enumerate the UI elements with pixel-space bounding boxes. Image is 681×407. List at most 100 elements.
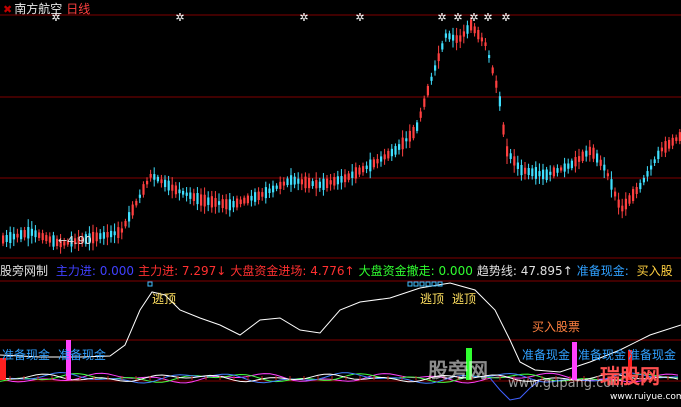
candle-body [513, 156, 516, 166]
candle-body [437, 53, 440, 62]
candle-body [653, 159, 656, 164]
candle-body [394, 146, 397, 155]
candle-body [347, 173, 350, 180]
candle-body [264, 187, 267, 199]
candle-body [297, 178, 300, 184]
candle-body [660, 147, 663, 152]
candle-body [516, 162, 519, 169]
star-marker: ✲ [469, 11, 478, 24]
candle-body [477, 29, 480, 40]
candle-body [232, 201, 235, 208]
candle-body [534, 167, 537, 179]
candle-body [466, 25, 469, 34]
candle-body [153, 174, 156, 180]
candle-body [563, 163, 566, 172]
candle-body [113, 231, 116, 236]
candle-body [131, 204, 134, 216]
candle-body [344, 174, 347, 183]
period-label[interactable]: 日线 [66, 2, 90, 16]
candle-body [160, 179, 163, 184]
candle-body [311, 181, 314, 187]
candle-body [336, 176, 339, 185]
close-icon[interactable]: ✖ [3, 3, 12, 16]
candle-body [556, 168, 559, 173]
candle-body [275, 185, 278, 189]
candle-body [189, 192, 192, 199]
candle-body [588, 146, 591, 156]
escape-top-label-1: 逃顶 [152, 292, 177, 306]
candle-body [290, 175, 293, 185]
indicator-name[interactable]: 股旁网制 [0, 264, 48, 278]
candle-body [473, 26, 476, 34]
candle-body [279, 181, 282, 189]
candle-body [596, 153, 599, 163]
candle-body [358, 167, 361, 175]
candle-body [333, 177, 336, 186]
candle-body [639, 182, 642, 190]
candle-body [156, 176, 159, 182]
indicator-bar: 股旁网制 主力进: 0.000 主力进: 7.297↓ 大盘资金进场: 4.776↑… [0, 262, 681, 280]
candle-body [502, 124, 505, 135]
star-marker: ✲ [355, 11, 364, 24]
candle-body [441, 43, 444, 50]
indicator-item-0: 主力进: 0.000 [55, 264, 135, 278]
candle-body [635, 187, 638, 194]
candle-body [416, 122, 419, 131]
chart-screen[interactable]: ✲ ✲ ✲ ✲ ✲ ✲ ✲ ✲ ✲ ✖ 南方航空 日线 ←4.90 股旁网制 主力进: 0.000 主… [0, 0, 681, 407]
candle-body [45, 235, 48, 242]
candle-body [120, 228, 123, 233]
candle-body [9, 232, 12, 244]
candle-body [380, 156, 383, 162]
candle-body [207, 197, 210, 205]
signal-marker [419, 281, 425, 287]
watermark-gupang: 股旁网 [428, 358, 488, 382]
candle-body [383, 154, 386, 160]
candle-body [124, 220, 127, 227]
candle-body [149, 173, 152, 178]
watermark-ruiyue-logo: 瑞股网 [600, 364, 660, 388]
candle-body [95, 232, 98, 242]
candle-body [99, 233, 102, 240]
indicator-item-1: 主力进: 7.297↓ [138, 264, 227, 278]
candle-body [405, 138, 408, 142]
candle-body [2, 235, 5, 244]
candle-body [524, 167, 527, 174]
candle-body [257, 191, 260, 200]
candle-body [408, 130, 411, 142]
candle-body [545, 169, 548, 181]
candle-body [142, 184, 145, 195]
escape-top-label-2: 逃顶 [420, 292, 445, 306]
candle-body [617, 199, 620, 208]
candle-body [372, 159, 375, 168]
candle-body [387, 150, 390, 159]
candle-body [340, 176, 343, 183]
candle-body [527, 168, 530, 176]
candle-body [268, 188, 271, 194]
candle-body [261, 192, 264, 197]
candle-body [567, 163, 570, 169]
prepare-cash-label-3: 准备现金 [522, 348, 571, 362]
indicator-item-2: 大盘资金进场: 4.776↑ [230, 264, 355, 278]
candle-body [657, 150, 660, 160]
candle-body [675, 137, 678, 141]
indicator-item-3: 大盘资金撤走: 0.000 [358, 264, 473, 278]
indicator-item-5: 准备现金: [576, 264, 633, 278]
candle-body [491, 67, 494, 74]
candle-body [606, 173, 609, 177]
candle-body [552, 167, 555, 177]
candle-body [423, 98, 426, 107]
chart-title-bar: ✖ 南方航空 日线 [3, 0, 90, 17]
candle-body [401, 137, 404, 150]
candle-body [455, 35, 458, 43]
candle-body [243, 197, 246, 204]
candle-body [506, 146, 509, 157]
signal-marker [147, 281, 153, 287]
candle-body [434, 65, 437, 71]
price-low-label: ←4.90 [58, 234, 92, 247]
candle-body [210, 196, 213, 208]
indicator-item-6: 买入股 [636, 264, 673, 278]
candle-body [390, 148, 393, 157]
candle-body [246, 195, 249, 204]
candle-body [167, 180, 170, 191]
candle-body [52, 235, 55, 247]
